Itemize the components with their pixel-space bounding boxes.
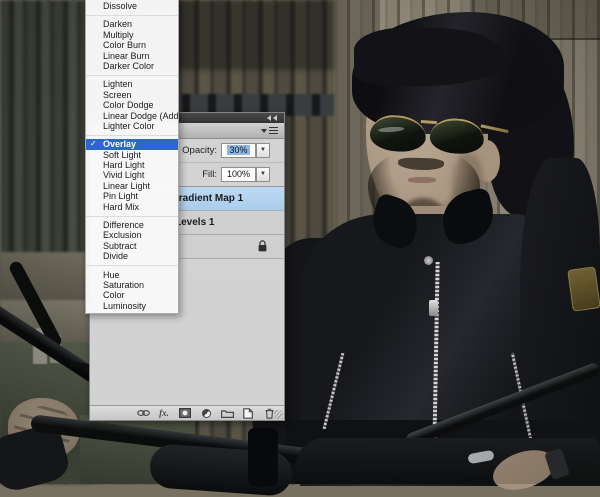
menu-item-saturation[interactable]: Saturation bbox=[86, 280, 178, 290]
man-lip bbox=[408, 177, 436, 183]
fill-value[interactable]: 100% bbox=[227, 169, 250, 179]
opacity-value[interactable]: 30% bbox=[227, 145, 249, 155]
menu-item-hard-light[interactable]: Hard Light bbox=[86, 160, 178, 170]
handlebar-clamp bbox=[248, 428, 278, 486]
panel-bottom-bar: fx. bbox=[90, 405, 284, 420]
sunglasses-right-lens bbox=[429, 117, 485, 156]
menu-item-pin-light[interactable]: Pin Light bbox=[86, 191, 178, 201]
menu-item-luminosity[interactable]: Luminosity bbox=[86, 301, 178, 311]
sunglasses-left-lens bbox=[369, 114, 427, 154]
lens-glint bbox=[378, 126, 404, 133]
menu-item-soft-light[interactable]: Soft Light bbox=[86, 150, 178, 160]
menu-item-lighten[interactable]: Lighten bbox=[86, 79, 178, 89]
collar-snap-button bbox=[424, 256, 433, 265]
menu-item-vivid-light[interactable]: Vivid Light bbox=[86, 170, 178, 180]
menu-item-darken[interactable]: Darken bbox=[86, 19, 178, 29]
panel-menu-icon[interactable] bbox=[261, 127, 278, 135]
checkmark-icon: ✓ bbox=[90, 139, 97, 150]
menu-item-color[interactable]: Color bbox=[86, 290, 178, 300]
opacity-dropdown-button[interactable]: ▼ bbox=[256, 143, 270, 158]
menu-item-subtract[interactable]: Subtract bbox=[86, 241, 178, 251]
menu-separator bbox=[86, 216, 178, 217]
menu-item-linear-dodge-add[interactable]: Linear Dodge (Add) bbox=[86, 111, 178, 121]
blend-mode-menu: Dissolve Darken Multiply Color Burn Line… bbox=[85, 0, 179, 314]
jacket-arm-badge bbox=[567, 266, 600, 311]
zipper-slider bbox=[429, 300, 438, 316]
menu-item-divide[interactable]: Divide bbox=[86, 251, 178, 261]
collapse-panel-icon[interactable] bbox=[267, 115, 279, 121]
sunglasses-bridge bbox=[421, 120, 437, 124]
new-layer-icon[interactable] bbox=[241, 408, 255, 419]
menu-item-linear-light[interactable]: Linear Light bbox=[86, 181, 178, 191]
menu-item-hue[interactable]: Hue bbox=[86, 270, 178, 280]
sunglasses bbox=[367, 107, 502, 162]
layer-name[interactable]: Gradient Map 1 bbox=[171, 193, 243, 204]
menu-item-dissolve[interactable]: Dissolve bbox=[86, 1, 178, 11]
link-layers-icon[interactable] bbox=[136, 408, 150, 419]
add-layer-mask-icon[interactable] bbox=[178, 408, 192, 419]
menu-separator bbox=[86, 15, 178, 16]
fill-dropdown-button[interactable]: ▼ bbox=[256, 167, 270, 182]
layer-style-fx-icon[interactable]: fx. bbox=[157, 408, 171, 419]
menu-item-color-burn[interactable]: Color Burn bbox=[86, 40, 178, 50]
menu-item-hard-mix[interactable]: Hard Mix bbox=[86, 202, 178, 212]
menu-item-darker-color[interactable]: Darker Color bbox=[86, 61, 178, 71]
menu-item-difference[interactable]: Difference bbox=[86, 220, 178, 230]
menu-separator bbox=[86, 135, 178, 136]
menu-item-exclusion[interactable]: Exclusion bbox=[86, 230, 178, 240]
fill-field[interactable]: 100% bbox=[221, 167, 256, 182]
layer-name[interactable]: Levels 1 bbox=[175, 217, 214, 228]
opacity-field[interactable]: 30% bbox=[221, 143, 256, 158]
menu-item-color-dodge[interactable]: Color Dodge bbox=[86, 100, 178, 110]
menu-item-multiply[interactable]: Multiply bbox=[86, 30, 178, 40]
man-hair-fringe bbox=[354, 28, 506, 86]
menu-item-lighter-color[interactable]: Lighter Color bbox=[86, 121, 178, 131]
menu-item-overlay[interactable]: ✓Overlay bbox=[86, 139, 178, 149]
lock-icon bbox=[257, 240, 268, 253]
menu-separator bbox=[86, 265, 178, 266]
menu-separator bbox=[86, 75, 178, 76]
menu-item-linear-burn[interactable]: Linear Burn bbox=[86, 51, 178, 61]
panel-resize-gripper[interactable] bbox=[274, 410, 283, 419]
new-adjustment-layer-icon[interactable] bbox=[199, 408, 213, 419]
new-group-icon[interactable] bbox=[220, 408, 234, 419]
menu-item-screen[interactable]: Screen bbox=[86, 90, 178, 100]
